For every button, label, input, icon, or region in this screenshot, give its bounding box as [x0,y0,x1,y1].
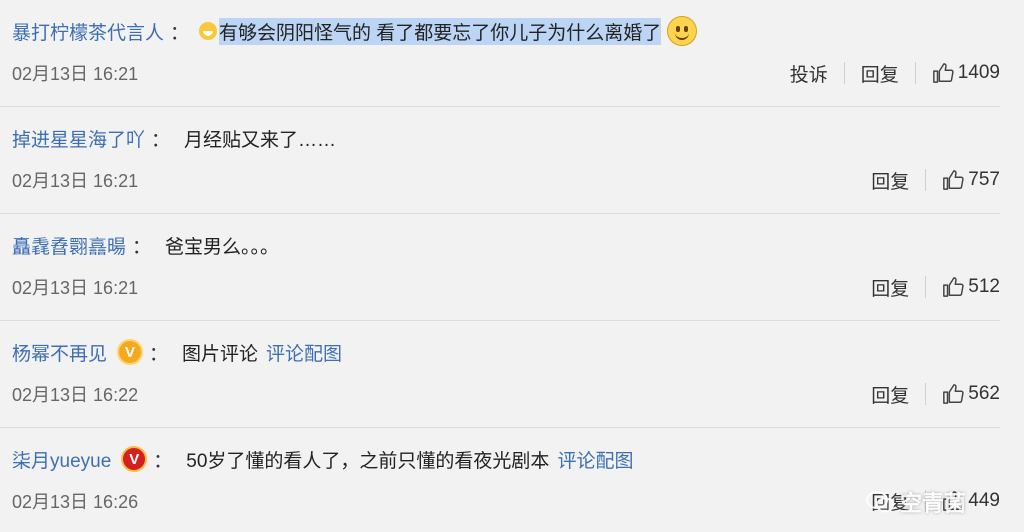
comment-actions: 回复 562 [871,381,1000,408]
thumbs-up-icon [943,170,964,190]
comment-body: 掉进星星海了吖 ： 月经贴又来了…… [12,121,1000,155]
comment-item: 暴打柠檬茶代言人 ： 有够会阴阳怪气的 看了都要忘了你儿子为什么离婚了 02月1… [0,0,1000,107]
comment-list: 暴打柠檬茶代言人 ： 有够会阴阳怪气的 看了都要忘了你儿子为什么离婚了 02月1… [0,0,1000,532]
colon-separator: ： [151,129,171,151]
like-button[interactable]: 757 [942,169,1000,191]
like-count: 757 [968,169,1000,190]
report-button[interactable]: 投诉 [790,60,828,87]
comment-actions: 回复 757 [871,167,1000,194]
comment-meta: 02月13日 16:21 回复 512 [12,272,1000,302]
verified-badge-icon: V [121,446,148,472]
colon-separator: ： [153,450,173,472]
comment-time: 02月13日 16:21 [12,64,139,84]
divider [914,62,916,84]
like-count: 512 [968,276,1000,297]
comment-text: 爸宝男么。。。 [165,236,280,258]
like-button[interactable]: 562 [942,383,1000,405]
divider [925,276,927,298]
thumbs-up-icon [932,63,954,83]
comment-body: 暴打柠檬茶代言人 ： 有够会阴阳怪气的 看了都要忘了你儿子为什么离婚了 [12,14,1000,48]
like-button[interactable]: 512 [942,276,1000,298]
comment-body: 柒月yueyue V ： 50岁了懂的看人了，之前只懂的看夜光剧本 评论配图 [12,442,1000,476]
comment-actions: 回复 512 [871,274,1000,301]
like-button[interactable]: 1409 [932,62,1000,84]
colon-separator: ： [132,236,152,258]
reply-button[interactable]: 回复 [861,60,899,87]
reply-button[interactable]: 回复 [871,381,909,408]
divider [843,62,845,84]
comment-meta: 02月13日 16:22 回复 562 [12,379,1000,409]
comment-text: 图片评论 [182,343,259,365]
comment-text: 50岁了懂的看人了，之前只懂的看夜光剧本 [186,450,550,472]
username-link[interactable]: 杨幂不再见 [12,339,107,366]
username-link[interactable]: 掉进星星海了吖 [12,125,145,152]
divider [925,169,927,191]
comment-picture-link[interactable]: 评论配图 [557,446,633,473]
comment-time: 02月13日 16:22 [12,385,139,405]
smile-emoji-icon [667,16,698,46]
username-link[interactable]: 柒月yueyue [12,446,111,473]
colon-separator: ： [170,22,190,44]
comment-body: 杨幂不再见 V ： 图片评论 评论配图 [12,335,1000,369]
like-count: 1409 [957,62,1000,83]
like-count: 562 [968,383,1000,404]
comment-text: 月经贴又来了…… [184,129,337,151]
verified-badge-icon: V [117,339,144,365]
watermark: 空青菌 [865,486,966,518]
reply-button[interactable]: 回复 [871,167,909,194]
comment-meta: 02月13日 16:21 回复 757 [12,165,1000,195]
comment-meta: 02月13日 16:21 投诉 回复 1409 [12,58,1000,88]
watermark-text: 空青菌 [899,491,966,516]
comment-actions: 投诉 回复 1409 [790,60,1000,87]
reply-button[interactable]: 回复 [871,274,909,301]
comment-time: 02月13日 16:21 [12,171,139,191]
comment-item: 柒月yueyue V ： 50岁了懂的看人了，之前只懂的看夜光剧本 评论配图 0… [0,428,1000,532]
divider [925,383,927,405]
comment-item: 杨幂不再见 V ： 图片评论 评论配图 02月13日 16:22 回复 562 [0,321,1000,428]
wechat-icon [865,491,894,513]
comment-meta: 02月13日 16:26 回复 449 [12,486,1000,516]
username-link[interactable]: 暴打柠檬茶代言人 [12,18,164,45]
grin-sweat-emoji-icon [199,22,218,40]
colon-separator: ： [149,343,169,365]
comment-item: 掉进星星海了吖 ： 月经贴又来了…… 02月13日 16:21 回复 757 [0,107,1000,214]
comment-text-selected[interactable]: 有够会阴阳怪气的 看了都要忘了你儿子为什么离婚了 [219,17,662,45]
like-count: 449 [968,490,1000,511]
comment-item: 矗毳孴翾譶暘 ： 爸宝男么。。。 02月13日 16:21 回复 512 [0,214,1000,321]
comment-time: 02月13日 16:21 [12,278,139,298]
comment-time: 02月13日 16:26 [12,492,139,512]
username-link[interactable]: 矗毳孴翾譶暘 [12,232,126,259]
comment-body: 矗毳孴翾譶暘 ： 爸宝男么。。。 [12,228,1000,262]
thumbs-up-icon [943,277,964,297]
thumbs-up-icon [943,384,964,404]
comment-picture-link[interactable]: 评论配图 [266,339,342,366]
